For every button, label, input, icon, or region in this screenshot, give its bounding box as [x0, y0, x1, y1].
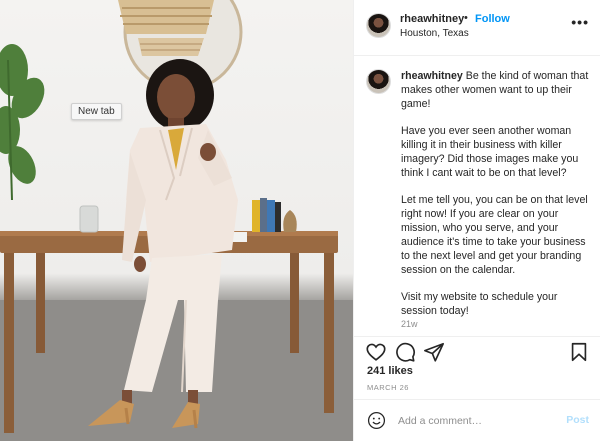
follow-button[interactable]: Follow — [475, 13, 510, 25]
post-age[interactable]: 21w — [401, 319, 418, 329]
post-date: MARCH 26 — [367, 383, 409, 392]
header-username[interactable]: rheawhitney — [400, 13, 464, 25]
post-comment-button[interactable]: Post — [566, 414, 589, 426]
avatar[interactable] — [366, 13, 391, 38]
caption-avatar[interactable] — [366, 69, 391, 94]
header-separator: • — [464, 12, 468, 24]
comment-icon[interactable] — [394, 341, 416, 363]
more-options-icon[interactable]: ••• — [571, 14, 589, 30]
caption-paragraph-3: Let me tell you, you can be on that leve… — [401, 194, 588, 276]
location-link[interactable]: Houston, Texas — [400, 28, 469, 39]
post-photo[interactable]: New tab — [0, 0, 353, 441]
heart-icon[interactable] — [365, 341, 387, 363]
caption-username[interactable]: rheawhitney — [401, 70, 463, 82]
post-header: rheawhitney • Follow Houston, Texas ••• — [354, 0, 600, 56]
post-photo-illustration — [0, 0, 353, 441]
likes-count[interactable]: 241 likes — [367, 365, 413, 377]
caption-paragraph-2: Have you ever seen another woman killing… — [401, 125, 579, 179]
share-icon[interactable] — [423, 341, 445, 363]
new-tab-tooltip: New tab — [71, 103, 122, 120]
caption-text: rheawhitney Be the kind of woman that ma… — [401, 69, 593, 331]
comment-bar: Post — [354, 399, 600, 441]
caption-paragraph-4: Visit my website to schedule your sessio… — [401, 291, 558, 317]
comment-input[interactable] — [396, 408, 560, 434]
post-side-panel: rheawhitney • Follow Houston, Texas ••• … — [353, 0, 600, 441]
bookmark-icon[interactable] — [568, 341, 590, 363]
instagram-post: New tab rheawhitney • Follow Houston, Te… — [0, 0, 600, 441]
emoji-icon[interactable] — [367, 411, 386, 430]
caption-section[interactable]: rheawhitney Be the kind of woman that ma… — [354, 56, 600, 336]
